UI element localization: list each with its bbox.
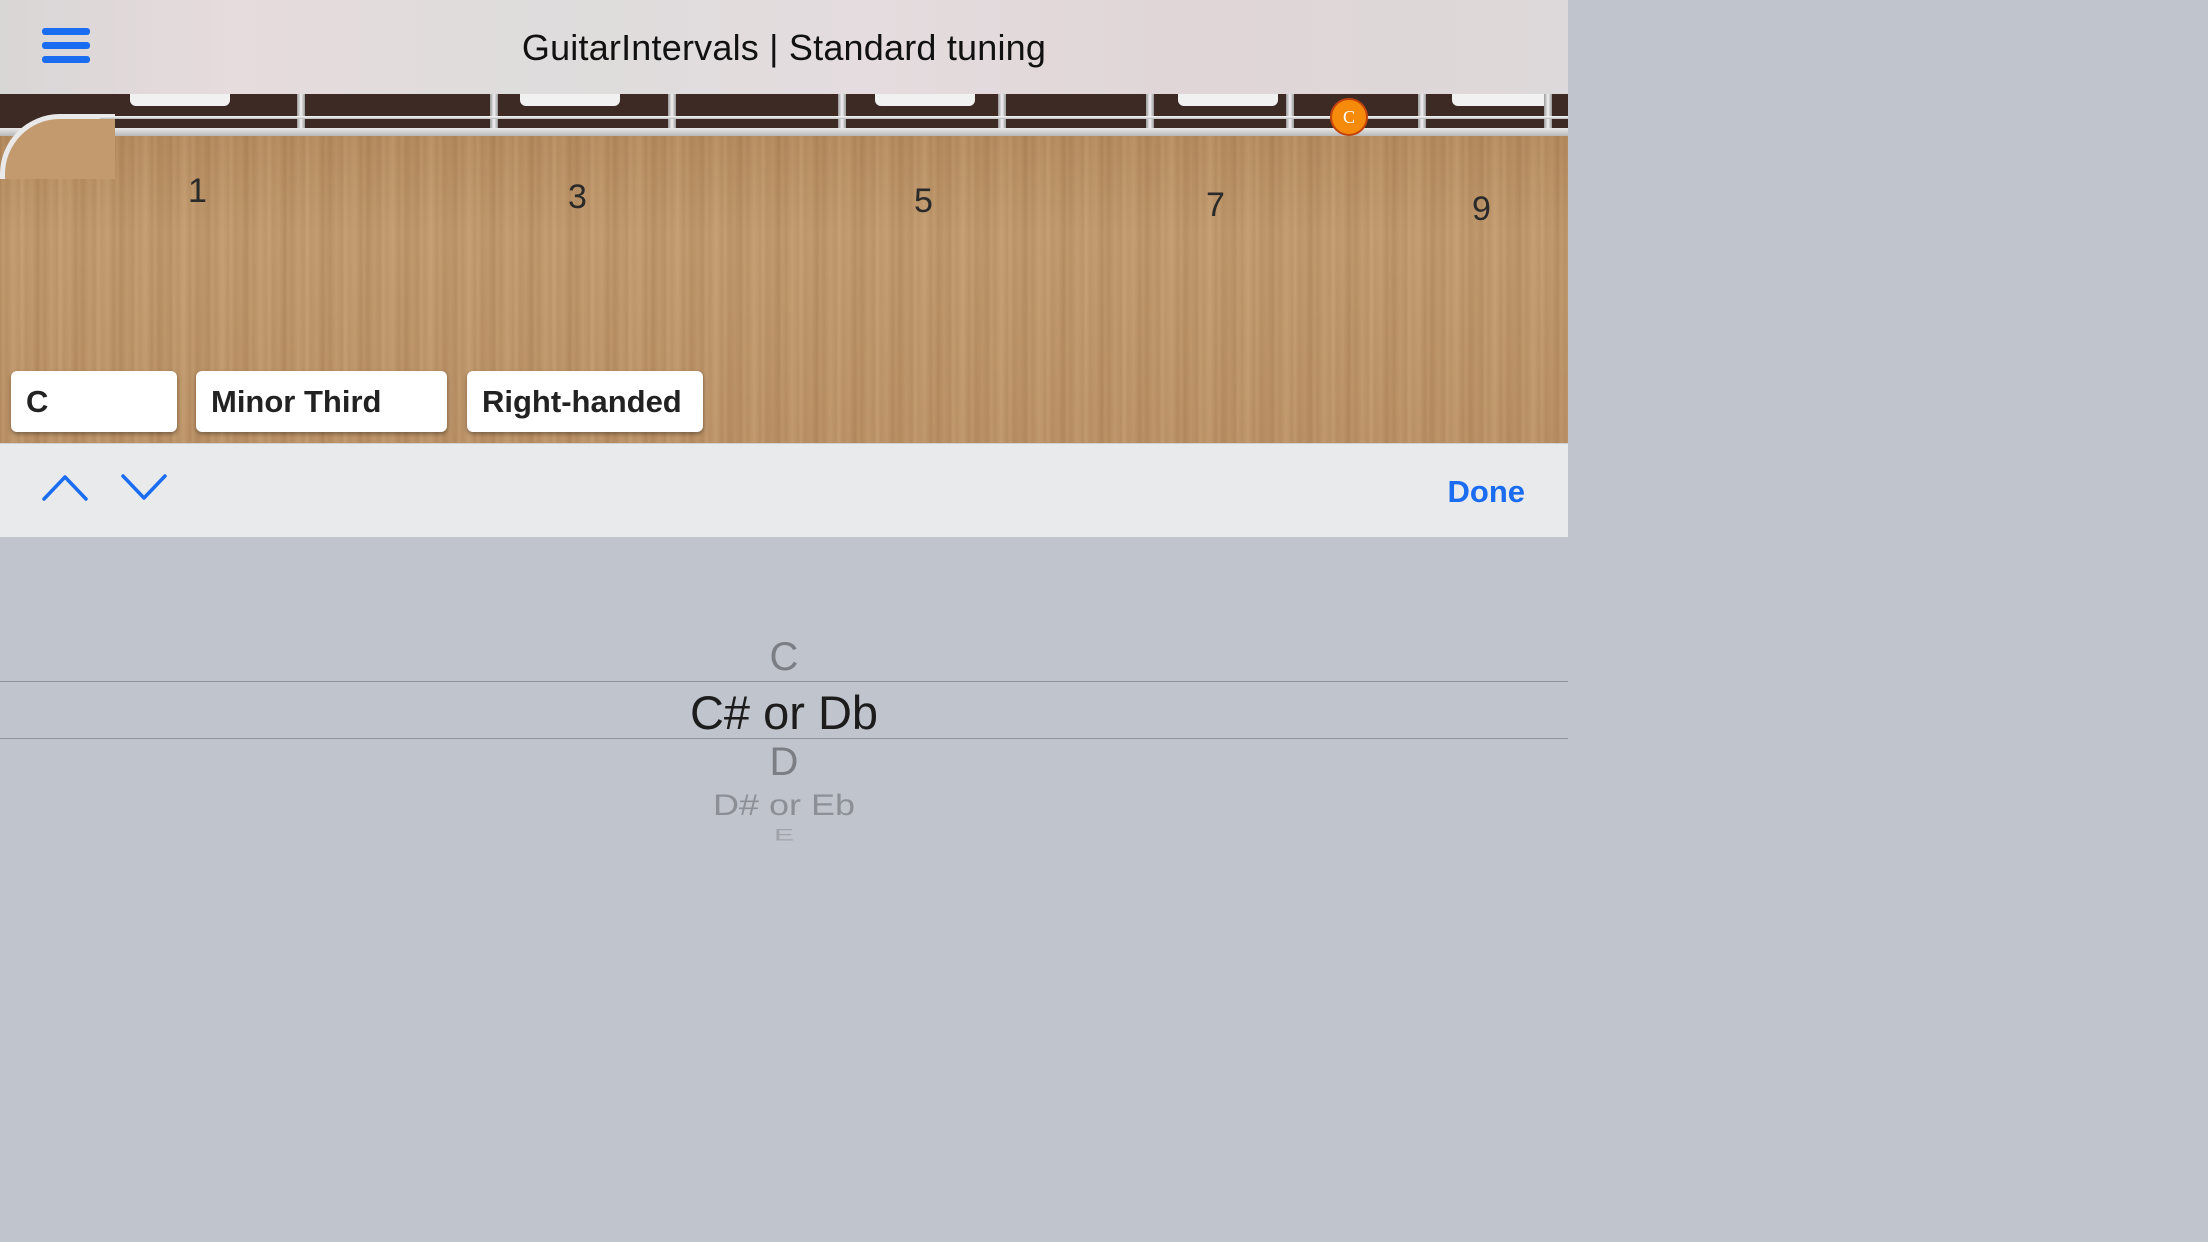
note-picker-wheel[interactable]: C C# or Db D D# or Eb E <box>0 537 1568 882</box>
fret-inlay <box>130 94 230 106</box>
fret-inlay <box>520 94 620 106</box>
done-button[interactable]: Done <box>1448 474 1526 510</box>
picker-item[interactable]: D# or Eb <box>0 788 1568 822</box>
interval-selector[interactable]: Minor Third <box>196 371 447 432</box>
fret-number: 1 <box>188 172 207 210</box>
chevron-up-icon[interactable] <box>41 472 89 502</box>
note-selector[interactable]: C <box>11 371 177 432</box>
navigation-bar: GuitarIntervals | Standard tuning <box>0 0 1568 95</box>
handedness-selector[interactable]: Right-handed <box>467 371 703 432</box>
fret-number: 5 <box>914 182 933 220</box>
page-title: GuitarIntervals | Standard tuning <box>521 27 1047 68</box>
fret-number: 3 <box>568 178 587 216</box>
picker-item-selected[interactable]: C# or Db <box>0 685 1568 740</box>
picker-toolbar: Done <box>0 443 1568 538</box>
neck-edge <box>0 128 1568 136</box>
fret-inlay <box>1178 94 1278 106</box>
fretboard[interactable]: C 1 3 5 7 9 C Minor Third Right-handed <box>0 94 1568 443</box>
fret-number: 9 <box>1472 190 1491 228</box>
picker-item[interactable]: E <box>0 826 1568 845</box>
picker-selection-top-line <box>0 681 1568 682</box>
picker-item[interactable]: D <box>0 740 1568 785</box>
picker-item[interactable]: C <box>0 635 1568 680</box>
fret-inlay <box>875 94 975 106</box>
fret-number: 7 <box>1206 186 1225 224</box>
fret-inlay <box>1452 94 1552 106</box>
note-marker[interactable]: C <box>1330 98 1368 136</box>
chevron-down-icon[interactable] <box>120 472 168 502</box>
